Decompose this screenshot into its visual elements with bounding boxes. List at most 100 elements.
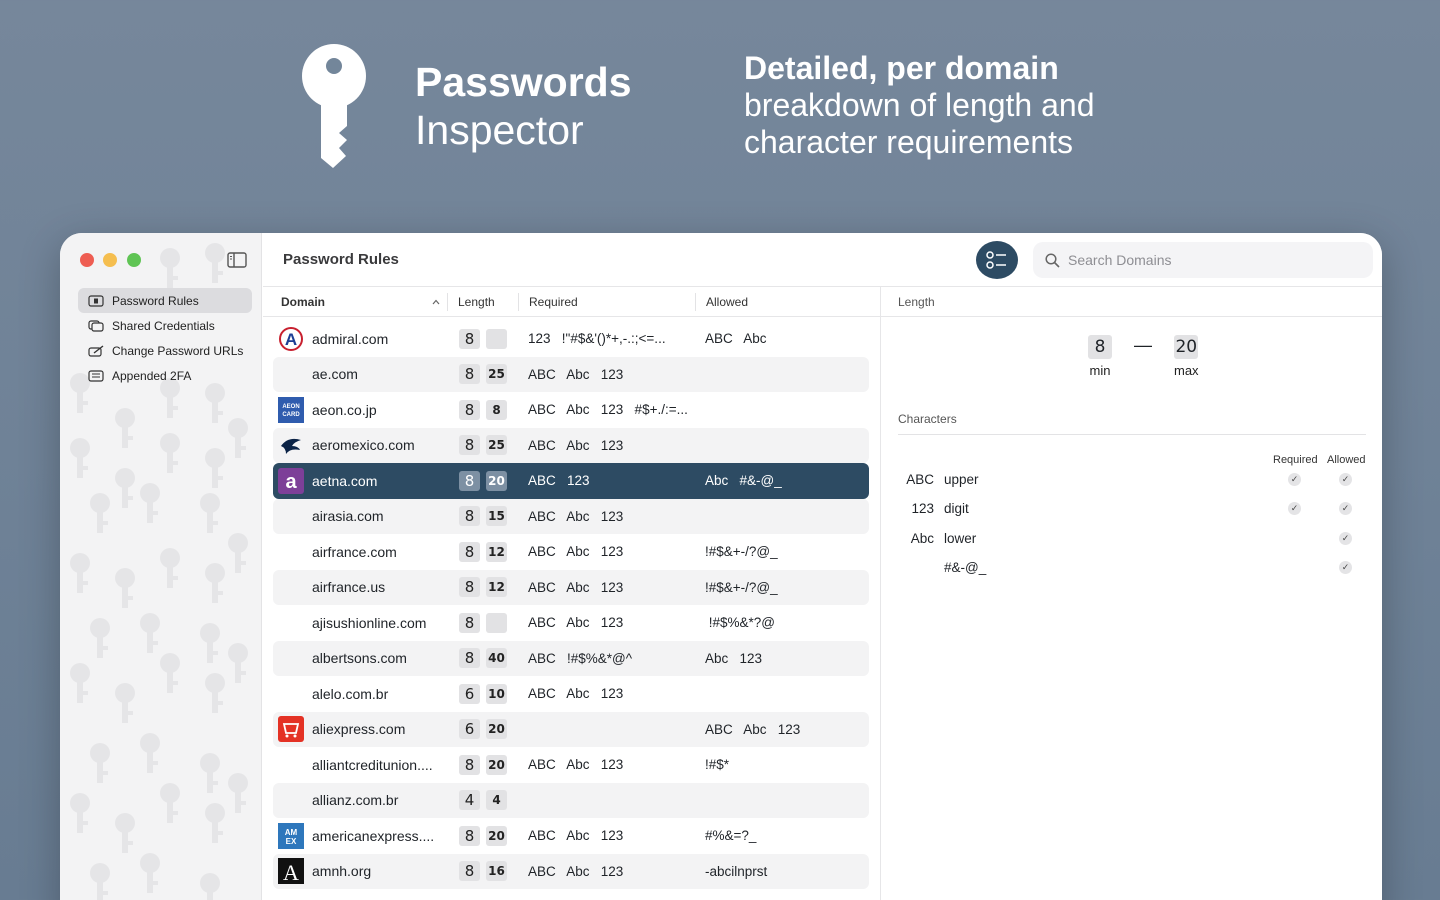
key-logo-icon bbox=[302, 44, 366, 168]
table-row[interactable]: AEON CARD aeon.co.jp 8 8 ABC Abc 123 #$+./:=.… bbox=[273, 392, 869, 428]
table-row[interactable]: allianz.com.br 4 4 bbox=[273, 782, 869, 818]
sidebar-toggle-icon[interactable] bbox=[227, 252, 247, 268]
row-required: ABC Abc 123 bbox=[528, 757, 624, 773]
row-length: 8 25 bbox=[459, 435, 507, 456]
table-row[interactable]: albertsons.com 8 40 ABC !#$%&*@^ Abc 123 bbox=[273, 640, 869, 676]
character-name: digit bbox=[944, 501, 969, 517]
row-required: ABC !#$%&*@^ bbox=[528, 650, 633, 666]
row-length-max: 16 bbox=[486, 861, 507, 882]
table-row[interactable]: Aadmiral.com 8 123 !"#$&'()*+,-.:;<=... ABC… bbox=[273, 321, 869, 357]
sidebar-item-appended-2fa[interactable]: Appended 2FA bbox=[78, 363, 252, 388]
table-row[interactable]: airfrance.com 8 12 ABC Abc 123 !#$&+-/?@_ bbox=[273, 534, 869, 570]
row-length-max: 4 bbox=[486, 790, 507, 811]
character-row: 123 digit ✓ ✓ bbox=[898, 494, 1368, 523]
row-length: 8 25 bbox=[459, 364, 507, 385]
column-header-domain[interactable]: Domain bbox=[281, 295, 325, 309]
sidebar-item-change-password-urls[interactable]: Change Password URLs bbox=[78, 338, 252, 363]
row-length: 8 12 bbox=[459, 541, 507, 562]
row-allowed: ABC Abc 123 bbox=[705, 721, 801, 737]
sidebar-item-password-rules[interactable]: Password Rules bbox=[78, 288, 252, 313]
table-row[interactable]: AM EX americanexpress.... 8 20 ABC Abc 123 #%&… bbox=[273, 818, 869, 854]
rules-table: Domain Length Required Allowed Aadmiral.… bbox=[263, 287, 881, 900]
row-length: 8 bbox=[459, 612, 507, 633]
table-row[interactable]: alliantcreditunion.... 8 20 ABC Abc 123 !#$* bbox=[273, 747, 869, 783]
character-row: #&-@_ ✓ bbox=[898, 553, 1368, 582]
row-domain: alliantcreditunion.... bbox=[312, 756, 433, 773]
svg-text:AM: AM bbox=[285, 828, 298, 837]
row-domain: ae.com bbox=[312, 366, 358, 383]
row-length-max: 20 bbox=[486, 719, 507, 740]
window-close-button[interactable] bbox=[80, 253, 94, 267]
row-length: 8 20 bbox=[459, 470, 507, 491]
allowed-check-icon: ✓ bbox=[1339, 560, 1352, 574]
row-length-max: 25 bbox=[486, 364, 507, 385]
row-length: 44 bbox=[459, 790, 507, 811]
hero-tagline: Detailed, per domain breakdown of length… bbox=[744, 50, 1164, 161]
character-name: #&-@_ bbox=[944, 559, 987, 575]
character-row: ABC upper ✓ ✓ bbox=[898, 465, 1368, 494]
column-header-allowed[interactable]: Allowed bbox=[706, 295, 748, 309]
row-allowed: -abcilnprst bbox=[705, 863, 768, 879]
row-length-max: 12 bbox=[486, 577, 507, 598]
table-row[interactable]: alelo.com.br 6 10 ABC Abc 123 bbox=[273, 676, 869, 712]
character-name: upper bbox=[944, 472, 979, 487]
hero-tagline-line2: breakdown of length and bbox=[744, 87, 1095, 123]
table-row[interactable]: airasia.com 8 15 ABC Abc 123 bbox=[273, 498, 869, 534]
detail-pane: Length 8 min — 20 max Characters Require… bbox=[880, 287, 1382, 900]
row-domain: airfrance.com bbox=[312, 543, 397, 560]
row-allowed: !#$&+-/?@_ bbox=[705, 579, 778, 595]
row-required: ABC Abc 123 bbox=[528, 686, 624, 702]
window-maximize-button[interactable] bbox=[127, 253, 141, 267]
column-header-required[interactable]: Required bbox=[529, 295, 578, 309]
table-rows: Aadmiral.com 8 123 !"#$&'()*+,-.:;<=... ABC… bbox=[273, 321, 869, 889]
table-row[interactable]: ae.com 8 25 ABC Abc 123 bbox=[273, 356, 869, 392]
table-row[interactable]: airfrance.us 8 12 ABC Abc 123 !#$&+-/?@_ bbox=[273, 569, 869, 605]
row-domain: admiral.com bbox=[312, 330, 389, 347]
main-area: Password Rules Domain bbox=[263, 233, 1382, 900]
row-length-max bbox=[486, 328, 507, 349]
row-length-min: 8 bbox=[459, 861, 480, 882]
row-length-min: 8 bbox=[459, 470, 480, 491]
length-min-value: 8 bbox=[1088, 335, 1112, 359]
amnh-logo-icon: A bbox=[278, 858, 304, 885]
page-title: Password Rules bbox=[283, 251, 399, 268]
admiral-logo-icon: A bbox=[278, 326, 304, 352]
aeon-logo-icon: AEON CARD bbox=[278, 396, 304, 423]
column-header-length[interactable]: Length bbox=[458, 295, 495, 309]
sidebar-item-shared-credentials[interactable]: Shared Credentials bbox=[78, 313, 252, 338]
svg-text:a: a bbox=[285, 471, 297, 493]
row-length-min: 8 bbox=[459, 541, 480, 562]
character-row: Abc lower ✓ bbox=[898, 524, 1368, 553]
row-length-max: 10 bbox=[486, 683, 507, 704]
key-box-icon bbox=[88, 294, 104, 307]
length-range: 8 min — 20 max bbox=[1088, 335, 1199, 378]
overlap-icon bbox=[88, 319, 104, 332]
row-length-max: 20 bbox=[486, 825, 507, 846]
row-length: 8 40 bbox=[459, 648, 507, 669]
table-row[interactable]: Aamnh.org 8 16 ABC Abc 123 -abcilnprst bbox=[273, 853, 869, 889]
filter-button[interactable] bbox=[976, 241, 1018, 279]
allowed-check-icon: ✓ bbox=[1339, 473, 1352, 486]
row-length-min: 6 bbox=[459, 683, 480, 704]
row-domain: aeromexico.com bbox=[312, 437, 415, 454]
table-row[interactable]: a aetna.com 8 20 ABC 123 Abc #&-@_ bbox=[273, 463, 869, 499]
window-minimize-button[interactable] bbox=[103, 253, 117, 267]
table-row[interactable]: ajisushionline.com 8 ABC Abc 123 !#$%&*?@ bbox=[273, 605, 869, 641]
row-domain: aetna.com bbox=[312, 472, 378, 489]
list-filter-icon bbox=[986, 251, 1006, 269]
table-row[interactable]: aliexpress.com 6 20 ABC Abc 123 bbox=[273, 711, 869, 747]
length-max-value: 20 bbox=[1174, 335, 1199, 359]
row-length: 6 10 bbox=[459, 683, 507, 704]
row-length-max bbox=[486, 612, 507, 633]
row-required: ABC Abc 123 #$+./:=... bbox=[528, 402, 688, 418]
row-length-max: 20 bbox=[486, 754, 507, 775]
row-domain: americanexpress.... bbox=[312, 827, 435, 844]
table-row[interactable]: aeromexico.com 8 25 ABC Abc 123 bbox=[273, 427, 869, 463]
row-required: ABC Abc 123 bbox=[528, 579, 624, 595]
toolbar: Password Rules bbox=[263, 233, 1382, 287]
search-field bbox=[1033, 242, 1373, 278]
sort-ascending-icon bbox=[432, 299, 440, 305]
search-input[interactable] bbox=[1068, 252, 1348, 268]
row-length-max: 12 bbox=[486, 541, 507, 562]
required-check-icon: ✓ bbox=[1288, 502, 1301, 516]
